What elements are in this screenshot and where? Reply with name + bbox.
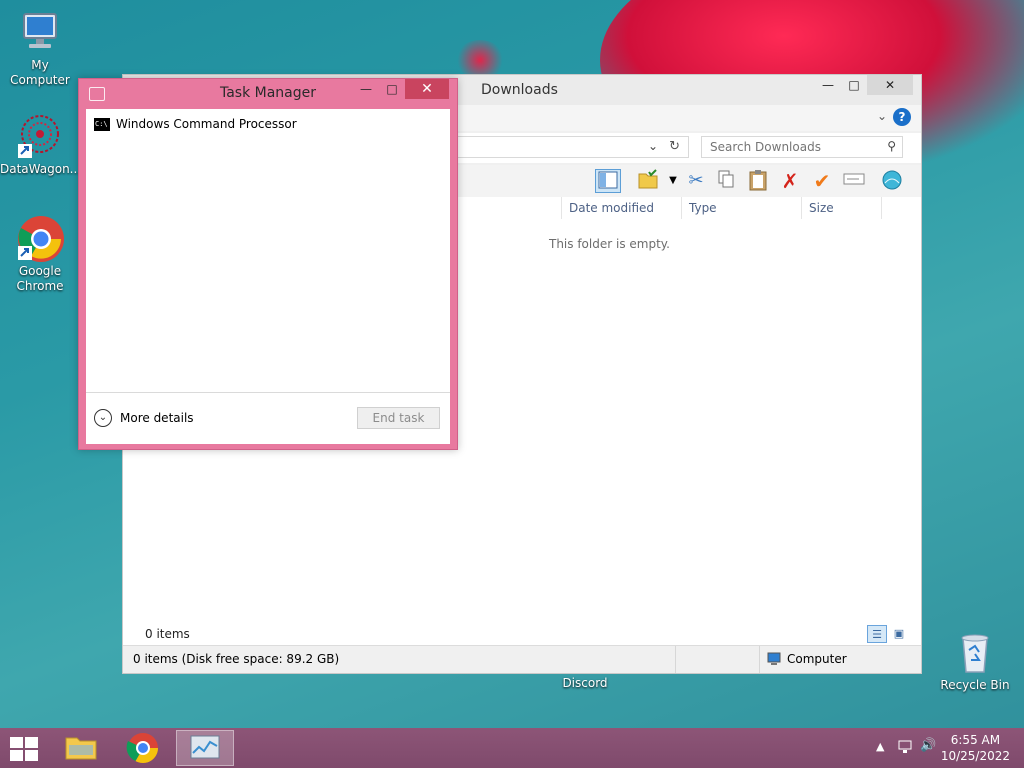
system-clock[interactable]: 6:55 AM 10/25/2022 <box>941 732 1010 764</box>
chrome-icon <box>16 214 64 262</box>
folder-options-icon[interactable] <box>635 169 661 193</box>
desktop-icon-label: My Computer <box>10 58 70 87</box>
chevron-down-icon: ⌄ <box>94 409 112 427</box>
search-box[interactable]: ⚲ <box>701 136 903 158</box>
taskbar: ▲ 🔊 6:55 AM 10/25/2022 <box>0 728 1024 768</box>
chevron-down-icon[interactable]: ⌄ <box>648 139 658 153</box>
taskbar-google-chrome[interactable] <box>114 730 172 766</box>
volume-icon[interactable]: 🔊 <box>920 738 936 753</box>
desktop-icon-label: Discord <box>562 676 608 690</box>
computer-small-icon <box>767 652 783 669</box>
column-divider[interactable] <box>681 197 682 219</box>
taskbar-task-manager[interactable] <box>176 730 234 766</box>
column-date-modified[interactable]: Date modified <box>569 201 654 215</box>
desktop-icon-datawagon[interactable]: DataWagon... <box>0 112 82 177</box>
empty-folder-message: This folder is empty. <box>549 237 670 251</box>
rename-icon[interactable] <box>841 169 867 193</box>
properties-check-icon[interactable]: ✔ <box>809 169 835 193</box>
column-divider[interactable] <box>801 197 802 219</box>
column-divider[interactable] <box>881 197 882 219</box>
items-count: 0 items <box>145 627 190 641</box>
search-icon[interactable]: ⚲ <box>887 139 896 153</box>
column-divider[interactable] <box>561 197 562 219</box>
paste-icon[interactable] <box>745 169 771 193</box>
clock-time: 6:55 AM <box>950 733 1001 747</box>
chrome-icon <box>126 733 158 764</box>
process-row[interactable]: C:\ Windows Command Processor <box>94 117 297 131</box>
computer-icon <box>16 8 64 56</box>
end-task-button[interactable]: End task <box>357 407 440 429</box>
status-disk-info: 0 items (Disk free space: 89.2 GB) <box>133 652 340 666</box>
desktop-icon-label: Recycle Bin <box>940 678 1010 692</box>
clock-date: 10/25/2022 <box>940 749 1010 763</box>
task-manager-titlebar[interactable]: Task Manager — □ ✕ <box>79 79 457 109</box>
status-divider <box>759 646 760 673</box>
column-type[interactable]: Type <box>689 201 717 215</box>
task-manager-window[interactable]: Task Manager — □ ✕ C:\ Windows Command P… <box>78 78 458 450</box>
more-details-button[interactable]: ⌄ More details <box>94 409 194 427</box>
desktop-icon-google-chrome[interactable]: Google Chrome <box>0 214 80 294</box>
globe-icon[interactable] <box>879 169 905 193</box>
minimize-button[interactable]: — <box>815 75 841 95</box>
close-button[interactable]: ✕ <box>405 79 449 99</box>
show-hidden-icons[interactable]: ▲ <box>876 740 884 753</box>
status-bar: 0 items (Disk free space: 89.2 GB) Compu… <box>123 645 921 673</box>
refresh-icon[interactable]: ↻ <box>669 139 680 154</box>
datawagon-icon <box>16 112 64 160</box>
large-icons-view-icon[interactable]: ▣ <box>889 625 909 643</box>
status-divider <box>675 646 676 673</box>
copy-icon[interactable] <box>713 169 739 193</box>
recycle-bin-icon <box>951 628 999 676</box>
desktop-icon-my-computer[interactable]: My Computer <box>0 8 80 88</box>
preview-pane-icon[interactable] <box>595 169 621 193</box>
details-view-icon[interactable]: ☰ <box>867 625 887 643</box>
task-manager-icon <box>190 735 220 759</box>
windows-logo-icon <box>10 737 23 748</box>
maximize-button[interactable]: □ <box>379 79 405 99</box>
column-size[interactable]: Size <box>809 201 834 215</box>
help-icon[interactable]: ? <box>893 108 911 126</box>
more-details-label: More details <box>120 411 194 425</box>
cut-icon[interactable]: ✂ <box>683 169 709 193</box>
folder-icon <box>65 737 97 760</box>
close-button[interactable]: ✕ <box>867 75 913 95</box>
minimize-button[interactable]: — <box>353 79 379 99</box>
process-name: Windows Command Processor <box>116 117 297 131</box>
desktop-icon-recycle-bin[interactable]: Recycle Bin <box>935 628 1015 693</box>
task-manager-body: C:\ Windows Command Processor ⌄ More det… <box>86 109 450 444</box>
network-icon[interactable] <box>897 738 913 757</box>
delete-icon[interactable]: ✗ <box>777 169 803 193</box>
desktop-icon-label: Google Chrome <box>16 264 64 293</box>
task-manager-footer: ⌄ More details End task <box>86 394 450 444</box>
command-prompt-icon: C:\ <box>94 117 110 131</box>
search-input[interactable] <box>702 137 872 157</box>
status-location: Computer <box>787 652 847 666</box>
start-button[interactable] <box>8 736 40 762</box>
chevron-down-icon[interactable]: ⌄ <box>877 109 887 123</box>
window-title: Downloads <box>481 82 558 98</box>
process-list[interactable]: C:\ Windows Command Processor <box>86 109 450 393</box>
taskbar-file-explorer[interactable] <box>52 730 110 766</box>
maximize-button[interactable]: □ <box>841 75 867 95</box>
desktop-icon-label: DataWagon... <box>0 162 82 176</box>
